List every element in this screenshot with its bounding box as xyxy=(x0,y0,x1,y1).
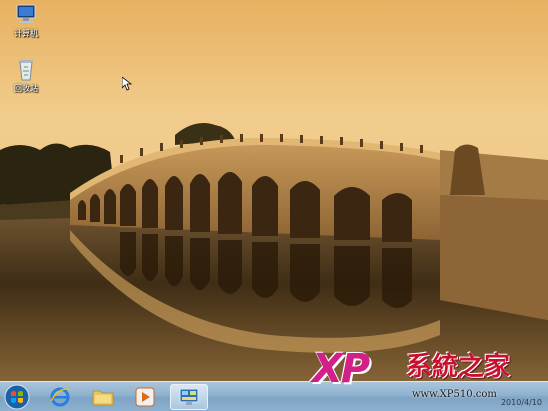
media-player-icon xyxy=(135,387,155,407)
taskbar-control-panel-button[interactable] xyxy=(170,384,208,410)
computer-icon xyxy=(13,3,39,27)
internet-explorer-icon xyxy=(50,387,71,407)
desktop-icon-recycle-bin[interactable]: 回收站 xyxy=(6,58,46,94)
taskbar-media-player-button[interactable] xyxy=(129,384,161,410)
taskbar-ie-button[interactable] xyxy=(44,384,76,410)
desktop: 计算机 回收站 2010/4/10 XP 系統之家 www.XP510.com xyxy=(0,0,548,411)
taskbar-explorer-button[interactable] xyxy=(87,384,119,410)
desktop-icon-label: 计算机 xyxy=(14,29,38,38)
folder-icon xyxy=(92,390,114,406)
watermark-url: www.XP510.com xyxy=(412,389,497,400)
control-panel-icon xyxy=(179,388,199,405)
site-watermark: XP 系統之家 www.XP510.com xyxy=(312,349,548,401)
desktop-icon-label: 回收站 xyxy=(14,84,38,93)
windows-start-icon xyxy=(4,384,30,410)
recycle-bin-icon xyxy=(13,58,39,82)
watermark-logo: XP xyxy=(312,346,370,392)
start-button[interactable] xyxy=(2,384,32,410)
watermark-title: 系統之家 xyxy=(406,352,511,382)
desktop-icon-computer[interactable]: 计算机 xyxy=(6,3,46,39)
mouse-cursor-icon xyxy=(122,77,132,91)
